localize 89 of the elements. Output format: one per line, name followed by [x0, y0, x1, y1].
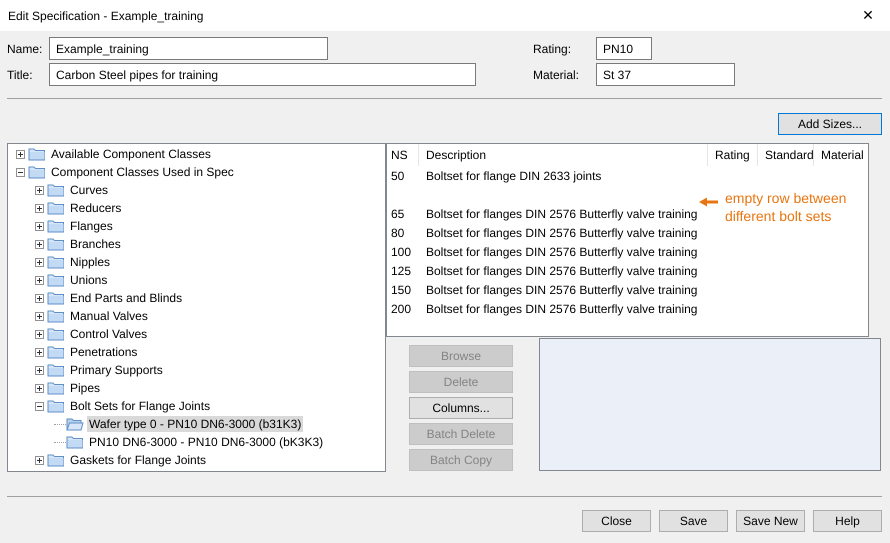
table-cell-text: Boltset for flanges DIN 2576 Butterfly valve training — [425, 302, 698, 316]
table-cell-text: Boltset for flanges DIN 2576 Butterfly valve training — [425, 282, 698, 296]
close-button[interactable]: ✕ — [846, 0, 890, 31]
tree-item[interactable]: Gaskets for Flange Joints — [68, 452, 208, 468]
table-cell-text: Boltset for flanges DIN 2576 Butterfly valve training — [425, 244, 698, 258]
field-label: Material: — [533, 68, 580, 82]
tree-item[interactable]: Primary Supports — [68, 362, 165, 378]
tree-item[interactable]: Unions — [68, 272, 110, 288]
table-cell-text: 50 — [390, 168, 406, 182]
tree-item[interactable]: Reducers — [68, 200, 124, 216]
folder-icon — [47, 363, 65, 377]
expand-icon[interactable] — [35, 312, 44, 320]
tree-item[interactable]: Control Valves — [68, 326, 150, 342]
expand-icon[interactable] — [35, 240, 44, 248]
expand-icon[interactable] — [35, 456, 44, 464]
text-field[interactable]: Example_training — [49, 37, 328, 60]
column-header[interactable]: NS — [387, 144, 419, 166]
folder-icon — [47, 399, 65, 413]
tree-item[interactable]: Wafer type 0 - PN10 DN6-3000 (b31K3) — [87, 416, 304, 432]
dialog-button[interactable]: Close — [582, 510, 651, 532]
folder-icon — [28, 147, 46, 161]
field-label: Rating: — [533, 42, 572, 56]
folder-icon — [47, 183, 65, 197]
dialog-button[interactable]: Save New — [736, 510, 805, 532]
collapse-icon[interactable] — [16, 168, 25, 176]
arrow-icon — [699, 197, 719, 207]
table-cell-text: Boltset for flange DIN 2633 joints — [425, 168, 602, 182]
table-cell-text: 100 — [390, 244, 412, 258]
collapse-icon[interactable] — [35, 402, 44, 410]
folder-icon — [47, 237, 65, 251]
folder-icon — [47, 309, 65, 323]
table-cell-text: 150 — [390, 282, 412, 296]
tree-item[interactable]: Curves — [68, 182, 110, 198]
expand-icon[interactable] — [16, 150, 25, 158]
open-folder-icon — [66, 417, 84, 431]
table-cell-text: 125 — [390, 264, 412, 278]
folder-icon — [47, 201, 65, 215]
window-title: Edit Specification - Example_training — [8, 8, 204, 22]
table-cell-text: 200 — [390, 302, 412, 316]
expand-icon[interactable] — [35, 330, 44, 338]
tree-item[interactable]: End Parts and Blinds — [68, 290, 184, 306]
table-cell-text: Boltset for flanges DIN 2576 Butterfly valve training — [425, 264, 698, 278]
tree-item[interactable]: PN10 DN6-3000 - PN10 DN6-3000 (bK3K3) — [87, 434, 326, 450]
column-header[interactable]: Rating — [708, 144, 758, 166]
folder-icon — [66, 435, 84, 449]
tree-item[interactable]: Flanges — [68, 218, 115, 234]
tree-item[interactable]: Available Component Classes — [49, 146, 213, 162]
folder-icon — [47, 345, 65, 359]
folder-icon — [47, 273, 65, 287]
tree-item[interactable]: Penetrations — [68, 344, 140, 360]
folder-icon — [47, 381, 65, 395]
column-header[interactable]: Standard — [758, 144, 814, 166]
table-cell-text: 80 — [390, 226, 406, 240]
dialog-button[interactable]: Save — [659, 510, 728, 532]
folder-icon — [47, 291, 65, 305]
tree-item[interactable]: Pipes — [68, 380, 102, 396]
add-sizes-button[interactable]: Add Sizes... — [778, 113, 882, 135]
annotation-text: empty row between different bolt sets — [725, 189, 848, 225]
expand-icon[interactable] — [35, 186, 44, 194]
column-header[interactable]: Material — [814, 144, 866, 166]
tree-item[interactable]: Manual Valves — [68, 308, 150, 324]
tree-item[interactable]: Nipples — [68, 254, 112, 270]
table-cell-text: 65 — [390, 206, 406, 220]
expand-icon[interactable] — [35, 276, 44, 284]
field-label: Title: — [7, 68, 34, 82]
dialog-button[interactable]: Help — [813, 510, 882, 532]
expand-icon[interactable] — [35, 348, 44, 356]
folder-icon — [47, 219, 65, 233]
expand-icon[interactable] — [35, 384, 44, 392]
table-cell-text: Boltset for flanges DIN 2576 Butterfly valve training — [425, 206, 698, 220]
expand-icon[interactable] — [35, 204, 44, 212]
column-header[interactable]: Description — [419, 144, 708, 166]
text-field[interactable]: St 37 — [596, 63, 735, 86]
folder-icon — [47, 327, 65, 341]
expand-icon[interactable] — [35, 222, 44, 230]
text-field[interactable]: Carbon Steel pipes for training — [49, 63, 476, 86]
folder-icon — [28, 165, 46, 179]
field-label: Name: — [7, 42, 44, 56]
tree-item[interactable]: Branches — [68, 236, 123, 252]
table-cell-text: Boltset for flanges DIN 2576 Butterfly valve training — [425, 226, 698, 240]
folder-icon — [47, 255, 65, 269]
tree-item[interactable]: Bolt Sets for Flange Joints — [68, 398, 212, 414]
tree-item[interactable]: Component Classes Used in Spec — [49, 164, 236, 180]
expand-icon[interactable] — [35, 294, 44, 302]
expand-icon[interactable] — [35, 258, 44, 266]
expand-icon[interactable] — [35, 366, 44, 374]
folder-icon — [47, 453, 65, 467]
action-button[interactable]: Columns... — [409, 397, 513, 419]
text-field[interactable]: PN10 — [596, 37, 652, 60]
